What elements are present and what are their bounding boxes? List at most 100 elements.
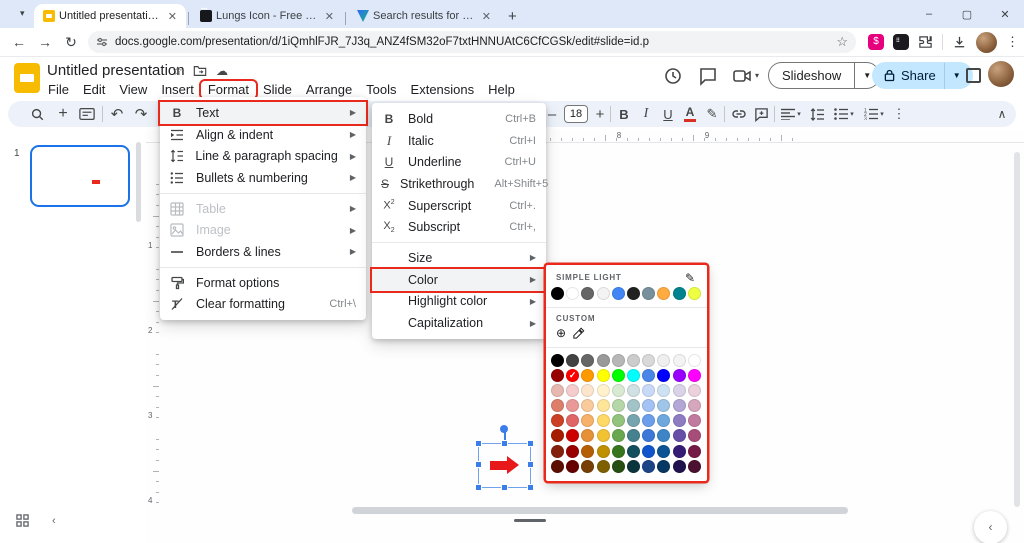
account-avatar[interactable] (988, 61, 1014, 87)
collapse-toolbar-icon[interactable]: ∧ (992, 101, 1012, 127)
underline-icon[interactable]: U (658, 101, 678, 127)
format-menu-item-table[interactable]: Table▶ (160, 198, 366, 220)
maximize-button[interactable]: ▢ (948, 8, 986, 21)
focus-mode-icon[interactable] (966, 68, 981, 83)
color-swatch-ffffff[interactable] (688, 354, 701, 367)
edit-theme-colors-icon[interactable]: ✎ (685, 271, 695, 285)
text-submenu-item-strikethrough[interactable]: SStrikethroughAlt+Shift+5 (372, 173, 546, 195)
color-swatch-0c343d[interactable] (627, 460, 640, 473)
color-swatch-ead1dc[interactable] (688, 384, 701, 397)
downloads-icon[interactable] (952, 35, 967, 50)
text-submenu-item-capitalization[interactable]: Capitalization▶ (372, 312, 546, 334)
horizontal-scrollbar[interactable] (352, 507, 848, 514)
document-title[interactable]: Untitled presentation (47, 62, 185, 79)
tab-close-icon[interactable]: ✕ (165, 10, 180, 23)
browser-profile-avatar[interactable] (976, 32, 997, 53)
browser-menu-icon[interactable]: ⋮ (1006, 34, 1019, 50)
color-swatch-1c4587[interactable] (642, 460, 655, 473)
color-swatch-4c1130[interactable] (688, 460, 701, 473)
address-bar[interactable]: docs.google.com/presentation/d/1iQmhlFJR… (88, 31, 856, 53)
color-swatch-000000[interactable] (551, 287, 564, 300)
color-swatch-741b47[interactable] (688, 445, 701, 458)
color-swatch-ff0000[interactable]: ✓ (566, 369, 579, 382)
color-swatch-b7b7b7[interactable] (612, 354, 625, 367)
color-swatch-e06666[interactable] (566, 414, 579, 427)
color-swatch-351c75[interactable] (673, 445, 686, 458)
color-swatch-f3f3f3[interactable] (597, 287, 610, 300)
color-swatch-c27ba0[interactable] (688, 414, 701, 427)
color-swatch-6d9eeb[interactable] (642, 414, 655, 427)
color-swatch-9900ff[interactable] (673, 369, 686, 382)
insert-link-icon[interactable] (728, 101, 750, 127)
format-menu-item-format-options[interactable]: Format options (160, 272, 366, 294)
color-swatch-6fa8dc[interactable] (657, 414, 670, 427)
menubar-slide[interactable]: Slide (256, 81, 299, 98)
color-swatch-00ff00[interactable] (612, 369, 625, 382)
menubar-arrange[interactable]: Arrange (299, 81, 359, 98)
format-menu-item-align-indent[interactable]: Align & indent▶ (160, 124, 366, 146)
forward-icon[interactable]: → (32, 34, 58, 50)
color-swatch-76a5af[interactable] (627, 414, 640, 427)
color-swatch-0b5394[interactable] (657, 445, 670, 458)
extensions-puzzle-icon[interactable] (918, 35, 933, 50)
filmstrip-scrollbar[interactable] (136, 142, 141, 222)
text-color-icon[interactable]: A (680, 101, 700, 127)
color-swatch-d0e0e3[interactable] (627, 384, 640, 397)
color-swatch-3c78d8[interactable] (642, 429, 655, 442)
format-menu-item-clear-formatting[interactable]: TClear formattingCtrl+\ (160, 294, 366, 316)
browser-tab-lungs-icon-free-png-svg[interactable]: Lungs Icon - Free PNG & SVG✕ (191, 4, 343, 28)
close-button[interactable]: ✕ (986, 8, 1024, 21)
color-swatch-783f04[interactable] (581, 460, 594, 473)
color-swatch-f6b26b[interactable] (581, 414, 594, 427)
more-options-icon[interactable]: ⋮ (890, 101, 908, 127)
meet-camera-icon[interactable] (731, 65, 753, 87)
color-swatch-e6b8af[interactable] (551, 384, 564, 397)
color-swatch-eeff41[interactable] (688, 287, 701, 300)
color-swatch-999999[interactable] (597, 354, 610, 367)
resize-handle[interactable] (475, 461, 482, 468)
color-swatch-a2c4c9[interactable] (627, 399, 640, 412)
extension-dark-icon[interactable] (893, 34, 909, 50)
resize-handle[interactable] (501, 484, 508, 491)
color-swatch-3d85c6[interactable] (657, 429, 670, 442)
text-submenu-item-highlight-color[interactable]: Highlight color▶ (372, 291, 546, 313)
menubar-format[interactable]: Format (201, 81, 256, 98)
color-swatch-6aa84f[interactable] (612, 429, 625, 442)
color-swatch-ffd966[interactable] (597, 414, 610, 427)
version-history-icon[interactable] (662, 65, 684, 87)
tab-close-icon[interactable]: ✕ (479, 10, 494, 23)
color-swatch-f9cb9c[interactable] (581, 399, 594, 412)
vertical-scrollbar[interactable] (1014, 152, 1020, 507)
color-swatch-8e7cc3[interactable] (673, 414, 686, 427)
font-size-input[interactable]: 18 (564, 105, 588, 123)
text-submenu-item-underline[interactable]: UUnderlineCtrl+U (372, 151, 546, 173)
italic-icon[interactable]: I (636, 101, 656, 127)
color-swatch-ffff00[interactable] (597, 369, 610, 382)
color-swatch-434343[interactable] (566, 354, 579, 367)
menubar-extensions[interactable]: Extensions (404, 81, 482, 98)
color-swatch-a61c00[interactable] (551, 429, 564, 442)
resize-handle[interactable] (501, 440, 508, 447)
tab-search-caret-icon[interactable]: ▾ (20, 8, 25, 19)
line-spacing-icon[interactable] (806, 101, 828, 127)
color-swatch-fff2cc[interactable] (597, 384, 610, 397)
speaker-notes-handle[interactable] (514, 519, 546, 522)
color-swatch-a64d79[interactable] (688, 429, 701, 442)
color-swatch-dd7e6b[interactable] (551, 399, 564, 412)
color-swatch-cccccc[interactable] (627, 354, 640, 367)
resize-handle[interactable] (527, 461, 534, 468)
bold-icon[interactable]: B (614, 101, 634, 127)
color-swatch-00838f[interactable] (673, 287, 686, 300)
slides-logo-icon[interactable] (14, 63, 40, 93)
font-size-decrease-icon[interactable]: – (544, 101, 560, 127)
color-swatch-ff9900[interactable] (581, 369, 594, 382)
back-icon[interactable]: ← (6, 34, 32, 50)
color-swatch-a4c2f4[interactable] (642, 399, 655, 412)
color-swatch-000000[interactable] (551, 354, 564, 367)
color-swatch-93c47d[interactable] (612, 414, 625, 427)
menubar-edit[interactable]: Edit (76, 81, 112, 98)
star-document-icon[interactable]: ☆ (172, 64, 183, 78)
color-swatch-ffe599[interactable] (597, 399, 610, 412)
color-swatch-073763[interactable] (657, 460, 670, 473)
browser-tab-search-results-for-eye-f[interactable]: Search results for Eye - Flaticon✕ (348, 4, 500, 28)
